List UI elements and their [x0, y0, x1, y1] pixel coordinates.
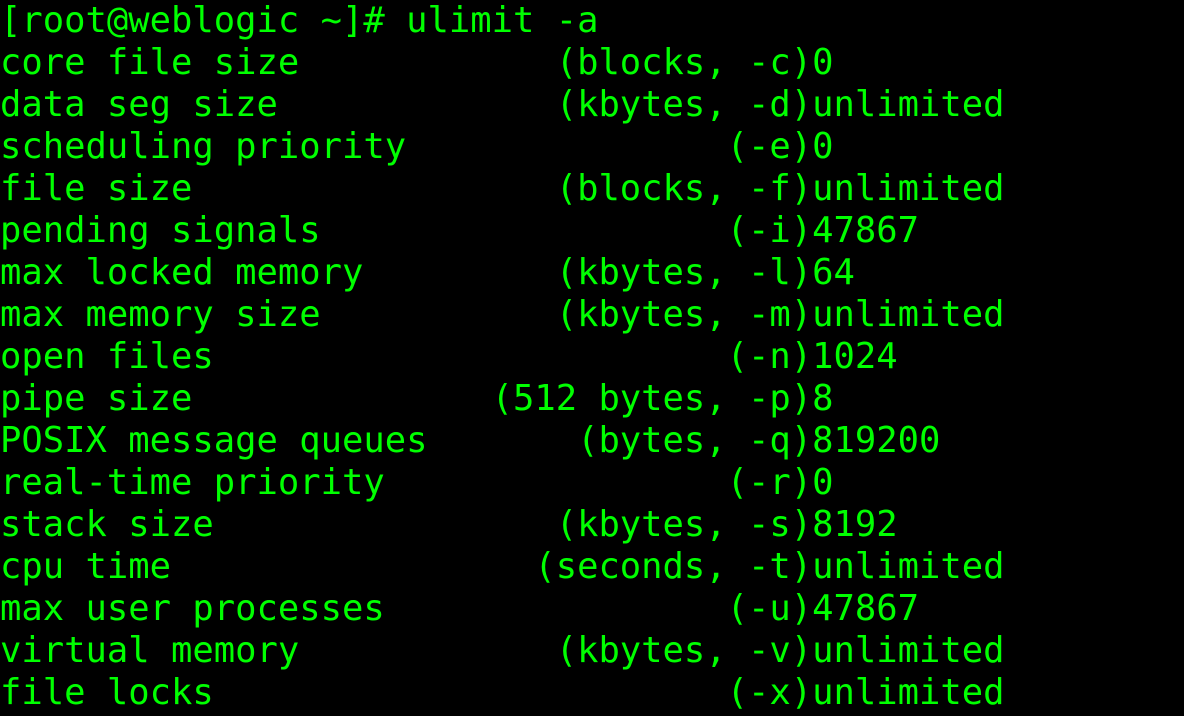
terminal-output: [root@weblogic ~]# ulimit -a core file s… [0, 0, 1184, 714]
